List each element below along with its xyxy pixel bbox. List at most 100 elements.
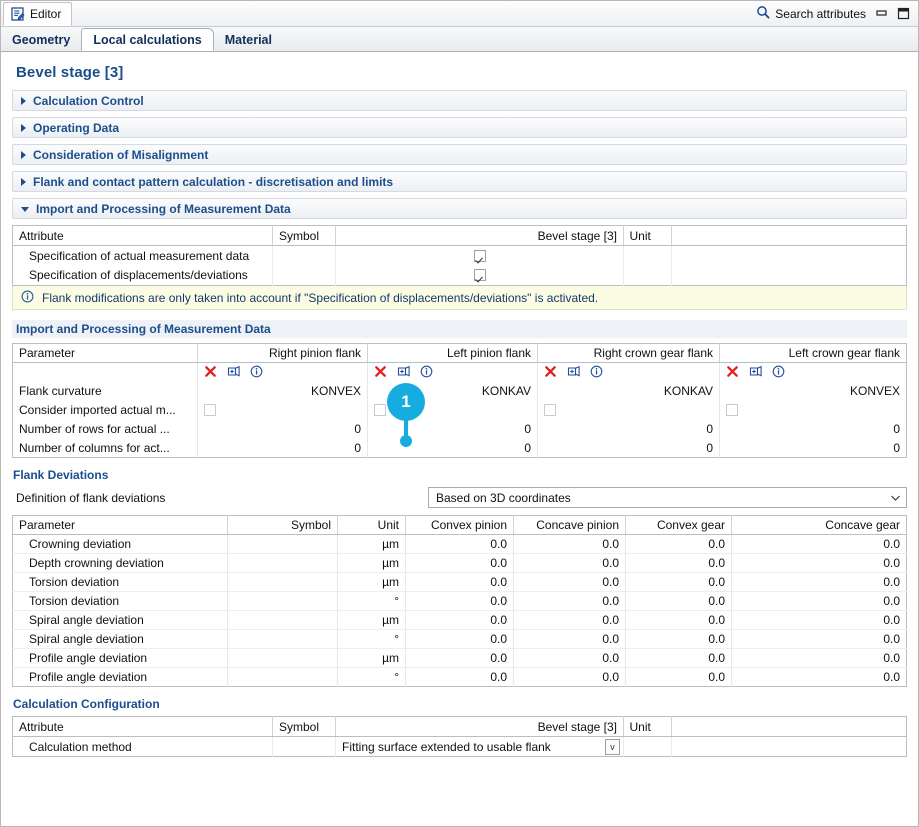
cell-parameter: Flank curvature (13, 382, 198, 401)
cell-convex-gear[interactable]: 0.0 (626, 573, 732, 592)
checkbox-consider-imported-right-pinion[interactable] (204, 404, 216, 416)
delete-icon[interactable] (726, 365, 740, 379)
cell-convex-pinion[interactable]: 0.0 (406, 668, 514, 687)
cell-unit: µm (338, 535, 406, 554)
cell-value[interactable]: 0 (538, 439, 720, 458)
group-calculation-control[interactable]: Calculation Control (12, 90, 907, 111)
checkbox-consider-imported-left-pinion[interactable] (374, 404, 386, 416)
cell-value[interactable]: 0 (368, 420, 538, 439)
cell-convex-gear[interactable]: 0.0 (626, 611, 732, 630)
cell-symbol (273, 737, 336, 757)
cell-concave-pinion[interactable]: 0.0 (514, 573, 626, 592)
group-import-and-processing[interactable]: Import and Processing of Measurement Dat… (12, 198, 907, 219)
import-icon[interactable] (397, 365, 411, 379)
group-operating-data[interactable]: Operating Data (12, 117, 907, 138)
cell-value[interactable]: 0 (720, 420, 907, 439)
cell-parameter: Number of columns for act... (13, 439, 198, 458)
cell-concave-gear[interactable]: 0.0 (732, 592, 907, 611)
cell-parameter: Torsion deviation (13, 573, 228, 592)
cell-calculation-method-value[interactable]: Fitting surface extended to usable flank… (336, 737, 624, 757)
cell-blank (672, 246, 907, 266)
delete-icon[interactable] (204, 365, 218, 379)
cell-symbol (273, 246, 336, 266)
cell-convex-gear[interactable]: 0.0 (626, 649, 732, 668)
cell-concave-gear[interactable]: 0.0 (732, 668, 907, 687)
cell-value (720, 401, 907, 420)
checkbox-consider-imported-right-crown[interactable] (544, 404, 556, 416)
action-icon-row (13, 363, 907, 382)
cell-concave-gear[interactable]: 0.0 (732, 649, 907, 668)
cell-value[interactable]: 0 (198, 420, 368, 439)
cell-convex-pinion[interactable]: 0.0 (406, 611, 514, 630)
cell-value[interactable]: 0 (198, 439, 368, 458)
table-row: Spiral angle deviation µm 0.0 0.0 0.0 0.… (13, 611, 907, 630)
cell-concave-pinion[interactable]: 0.0 (514, 535, 626, 554)
tab-geometry[interactable]: Geometry (1, 29, 81, 51)
import-icon[interactable] (567, 365, 581, 379)
chevron-right-icon (21, 151, 26, 159)
cell-concave-gear[interactable]: 0.0 (732, 535, 907, 554)
group-flank-and-contact-pattern[interactable]: Flank and contact pattern calculation - … (12, 171, 907, 192)
col-concave-gear: Concave gear (732, 516, 907, 535)
cell-unit (624, 266, 672, 286)
cell-value[interactable]: 0 (720, 439, 907, 458)
cell-convex-pinion[interactable]: 0.0 (406, 573, 514, 592)
cell-convex-pinion[interactable]: 0.0 (406, 649, 514, 668)
info-icon (21, 290, 34, 306)
cell-concave-pinion[interactable]: 0.0 (514, 554, 626, 573)
col-parameter: Parameter (13, 344, 198, 363)
editor-tab[interactable]: Editor (3, 2, 72, 26)
checkbox-specification-displacements-deviations[interactable] (474, 269, 486, 281)
cell-concave-pinion[interactable]: 0.0 (514, 649, 626, 668)
cell-concave-gear[interactable]: 0.0 (732, 630, 907, 649)
info-icon[interactable] (590, 365, 604, 379)
cell-convex-pinion[interactable]: 0.0 (406, 630, 514, 649)
checkbox-consider-imported-left-crown[interactable] (726, 404, 738, 416)
cell-convex-gear[interactable]: 0.0 (626, 592, 732, 611)
chevron-right-icon (21, 178, 26, 186)
info-icon[interactable] (420, 365, 434, 379)
cell-value[interactable]: 0 (538, 420, 720, 439)
group-consideration-of-misalignment[interactable]: Consideration of Misalignment (12, 144, 907, 165)
tab-local-calculations-label: Local calculations (93, 33, 201, 47)
import-icon[interactable] (749, 365, 763, 379)
checkbox-specification-actual-measurement-data[interactable] (474, 250, 486, 262)
cell-unit (624, 246, 672, 266)
definition-of-flank-deviations-select[interactable]: Based on 3D coordinates (428, 487, 907, 508)
cell-concave-pinion[interactable]: 0.0 (514, 668, 626, 687)
cell-concave-gear[interactable]: 0.0 (732, 573, 907, 592)
cell-convex-gear[interactable]: 0.0 (626, 554, 732, 573)
tab-material[interactable]: Material (214, 29, 283, 51)
cell-value[interactable]: 0 (368, 439, 538, 458)
cell-convex-gear[interactable]: 0.0 (626, 630, 732, 649)
cell-concave-gear[interactable]: 0.0 (732, 554, 907, 573)
cell-concave-gear[interactable]: 0.0 (732, 611, 907, 630)
tab-local-calculations[interactable]: Local calculations (81, 28, 213, 51)
search-attributes-button[interactable]: Search attributes (756, 5, 866, 22)
import-icon[interactable] (227, 365, 241, 379)
restore-icon[interactable] (897, 7, 910, 20)
cell-value (336, 246, 624, 266)
table-row: Specification of actual measurement data (13, 246, 907, 266)
delete-icon[interactable] (544, 365, 558, 379)
cell-attribute: Specification of actual measurement data (13, 246, 273, 266)
cell-convex-gear[interactable]: 0.0 (626, 535, 732, 554)
cell-convex-gear[interactable]: 0.0 (626, 668, 732, 687)
cell-concave-pinion[interactable]: 0.0 (514, 592, 626, 611)
info-icon[interactable] (250, 365, 264, 379)
content-area: Bevel stage [3] Calculation Control Oper… (1, 52, 918, 826)
cell-convex-pinion[interactable]: 0.0 (406, 554, 514, 573)
calculation-method-dropdown-button[interactable]: v (605, 739, 620, 755)
cell-convex-pinion[interactable]: 0.0 (406, 592, 514, 611)
cell-unit: µm (338, 611, 406, 630)
cell-concave-pinion[interactable]: 0.0 (514, 611, 626, 630)
flank-deviations-body: Crowning deviation µm 0.0 0.0 0.0 0.0 De… (13, 535, 907, 687)
cell-concave-pinion[interactable]: 0.0 (514, 630, 626, 649)
col-attribute: Attribute (13, 226, 273, 246)
chevron-right-icon (21, 124, 26, 132)
info-icon[interactable] (772, 365, 786, 379)
cell-convex-pinion[interactable]: 0.0 (406, 535, 514, 554)
delete-icon[interactable] (374, 365, 388, 379)
table-row: Profile angle deviation ° 0.0 0.0 0.0 0.… (13, 668, 907, 687)
minimize-icon[interactable] (875, 7, 888, 20)
